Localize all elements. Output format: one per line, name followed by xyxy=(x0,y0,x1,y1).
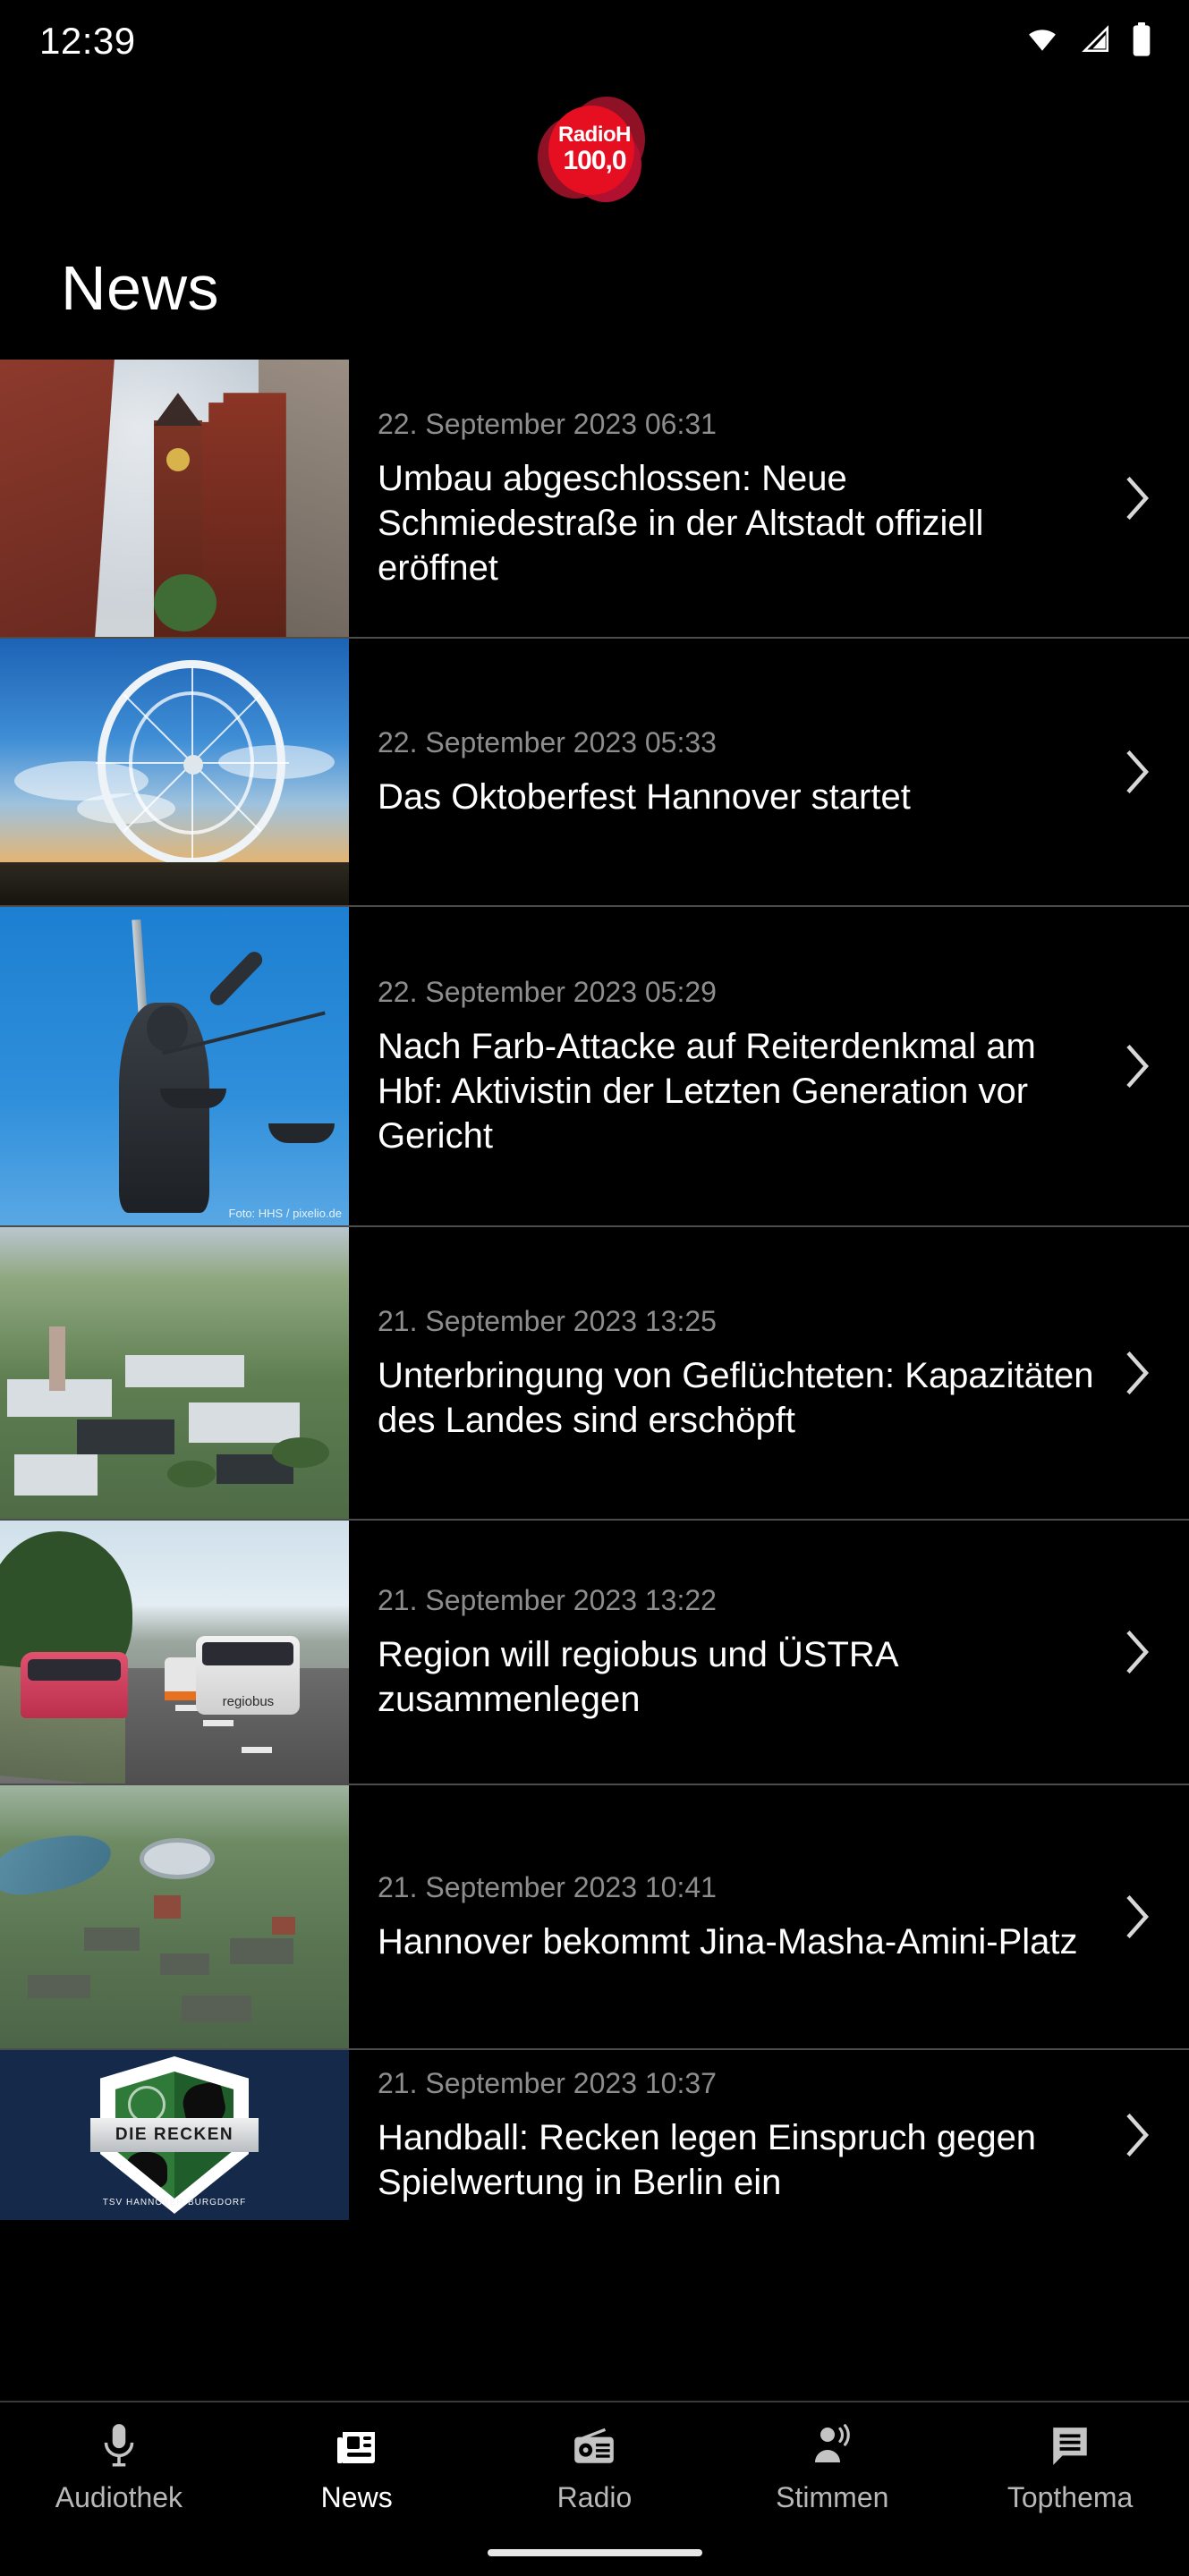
news-title: Nach Farb-Attacke auf Reiterdenkmal am H… xyxy=(378,1027,1036,1156)
die-recken-club-logo: DIE RECKEN TSV HANNOVER-BURGDORF xyxy=(0,2050,349,2220)
logo-line-2: 100,0 xyxy=(563,146,626,175)
app-screen: 12:39 RadioH 100,0 News 22. September 20… xyxy=(0,0,1189,2576)
news-title: Unterbringung von Geflüchteten: Kapazitä… xyxy=(378,1356,1094,1440)
news-list[interactable]: 22. September 2023 06:31 Umbau abgeschlo… xyxy=(0,360,1189,2401)
aerial-exhibition-grounds-photo xyxy=(0,1227,349,1519)
list-item[interactable]: 22. September 2023 06:31 Umbau abgeschlo… xyxy=(0,360,1189,637)
news-text: 22. September 2023 05:29 Nach Farb-Attac… xyxy=(378,958,1094,1174)
newspaper-icon xyxy=(334,2419,380,2474)
news-date: 21. September 2023 10:41 xyxy=(378,1871,717,1903)
logo-text: RadioH 100,0 xyxy=(538,97,652,202)
chevron-right-icon[interactable] xyxy=(1094,476,1180,521)
nav-tab-news[interactable]: News xyxy=(238,2419,475,2512)
list-item[interactable]: DIE RECKEN TSV HANNOVER-BURGDORF 21. Sep… xyxy=(0,2048,1189,2220)
news-text: 21. September 2023 10:41 Hannover bekomm… xyxy=(378,1853,1094,1980)
nav-label-radio: Radio xyxy=(556,2481,633,2513)
news-date: 21. September 2023 13:25 xyxy=(378,1305,717,1337)
news-thumbnail xyxy=(0,360,349,637)
nav-tab-radio[interactable]: Radio xyxy=(476,2419,713,2512)
news-title: Hannover bekommt Jina-Masha-Amini-Platz xyxy=(378,1922,1078,1962)
wifi-icon xyxy=(1023,24,1062,59)
logo-line-1: RadioH xyxy=(558,123,632,147)
news-body: 21. September 2023 10:41 Hannover bekomm… xyxy=(349,1785,1189,2048)
chevron-right-icon[interactable] xyxy=(1094,2113,1180,2157)
news-date: 21. September 2023 13:22 xyxy=(378,1584,717,1616)
radio-icon xyxy=(570,2419,618,2474)
news-thumbnail: regiobus xyxy=(0,1521,349,1784)
news-text: 21. September 2023 10:37 Handball: Recke… xyxy=(378,2049,1094,2221)
person-speaking-icon xyxy=(809,2419,855,2474)
status-bar: 12:39 xyxy=(0,0,1189,82)
news-title: Handball: Recken legen Einspruch gegen S… xyxy=(378,2118,1037,2202)
nav-label-audiothek: Audiothek xyxy=(55,2481,183,2513)
news-body: 21. September 2023 13:22 Region will reg… xyxy=(349,1521,1189,1784)
nav-tab-audiothek[interactable]: Audiothek xyxy=(0,2419,237,2512)
news-title: Region will regiobus und ÜSTRA zusammenl… xyxy=(378,1635,897,1719)
list-item[interactable]: regiobus 21. September 2023 13:22 Region… xyxy=(0,1519,1189,1784)
news-date: 21. September 2023 10:37 xyxy=(378,2067,717,2099)
home-indicator[interactable] xyxy=(487,2549,702,2556)
app-logo-area: RadioH 100,0 xyxy=(0,82,1189,216)
photo-credit: Foto: HHS / pixelio.de xyxy=(228,1207,342,1220)
news-thumbnail xyxy=(0,1227,349,1519)
news-body: 21. September 2023 13:25 Unterbringung v… xyxy=(349,1227,1189,1519)
list-item[interactable]: 21. September 2023 13:25 Unterbringung v… xyxy=(0,1225,1189,1519)
tram-and-bus-street-photo: regiobus xyxy=(0,1521,349,1784)
bus-brand-label: regiobus xyxy=(222,1694,275,1710)
news-title: Umbau abgeschlossen: Neue Schmiedestraße… xyxy=(378,459,984,588)
ferris-wheel-sunset-photo xyxy=(0,639,349,905)
chevron-right-icon[interactable] xyxy=(1094,1044,1180,1089)
list-item[interactable]: Foto: HHS / pixelio.de 22. September 202… xyxy=(0,905,1189,1225)
chevron-right-icon[interactable] xyxy=(1094,1894,1180,1939)
news-body: 21. September 2023 10:37 Handball: Recke… xyxy=(349,2050,1189,2220)
club-sub-label: TSV HANNOVER-BURGDORF xyxy=(102,2198,247,2207)
club-name-label: DIE RECKEN xyxy=(90,2118,259,2152)
news-thumbnail xyxy=(0,1785,349,2048)
news-body: 22. September 2023 05:33 Das Oktoberfest… xyxy=(349,639,1189,905)
news-title: Das Oktoberfest Hannover startet xyxy=(378,777,911,817)
news-text: 22. September 2023 05:33 Das Oktoberfest… xyxy=(378,708,1094,835)
news-body: 22. September 2023 06:31 Umbau abgeschlo… xyxy=(349,360,1189,637)
news-text: 21. September 2023 13:22 Region will reg… xyxy=(378,1566,1094,1738)
old-town-church-photo xyxy=(0,360,349,637)
aerial-city-hannover-photo xyxy=(0,1785,349,2048)
list-item[interactable]: 21. September 2023 10:41 Hannover bekomm… xyxy=(0,1784,1189,2048)
microphone-icon xyxy=(97,2419,141,2474)
news-body: 22. September 2023 05:29 Nach Farb-Attac… xyxy=(349,907,1189,1225)
news-date: 22. September 2023 05:29 xyxy=(378,976,717,1008)
news-thumbnail: Foto: HHS / pixelio.de xyxy=(0,907,349,1225)
nav-label-stimmen: Stimmen xyxy=(776,2481,889,2513)
signal-icon xyxy=(1078,24,1114,59)
news-thumbnail xyxy=(0,639,349,905)
chevron-right-icon[interactable] xyxy=(1094,1630,1180,1674)
nav-tab-stimmen[interactable]: Stimmen xyxy=(714,2419,951,2512)
status-icons xyxy=(1023,21,1153,62)
news-date: 22. September 2023 06:31 xyxy=(378,408,717,440)
news-thumbnail: DIE RECKEN TSV HANNOVER-BURGDORF xyxy=(0,2050,349,2220)
list-item[interactable]: 22. September 2023 05:33 Das Oktoberfest… xyxy=(0,637,1189,905)
radio-h-logo: RadioH 100,0 xyxy=(537,97,652,202)
lady-justice-statue-photo: Foto: HHS / pixelio.de xyxy=(0,907,349,1225)
speech-bubble-icon xyxy=(1048,2419,1092,2474)
page-title: News xyxy=(61,253,220,323)
nav-label-news: News xyxy=(320,2481,393,2513)
news-text: 21. September 2023 13:25 Unterbringung v… xyxy=(378,1287,1094,1459)
chevron-right-icon[interactable] xyxy=(1094,750,1180,794)
status-time: 12:39 xyxy=(39,20,136,62)
battery-icon xyxy=(1130,21,1153,62)
chevron-right-icon[interactable] xyxy=(1094,1351,1180,1395)
news-date: 22. September 2023 05:33 xyxy=(378,726,717,758)
nav-tab-topthema[interactable]: Topthema xyxy=(952,2419,1189,2512)
news-text: 22. September 2023 06:31 Umbau abgeschlo… xyxy=(378,390,1094,606)
nav-label-topthema: Topthema xyxy=(1006,2481,1134,2513)
